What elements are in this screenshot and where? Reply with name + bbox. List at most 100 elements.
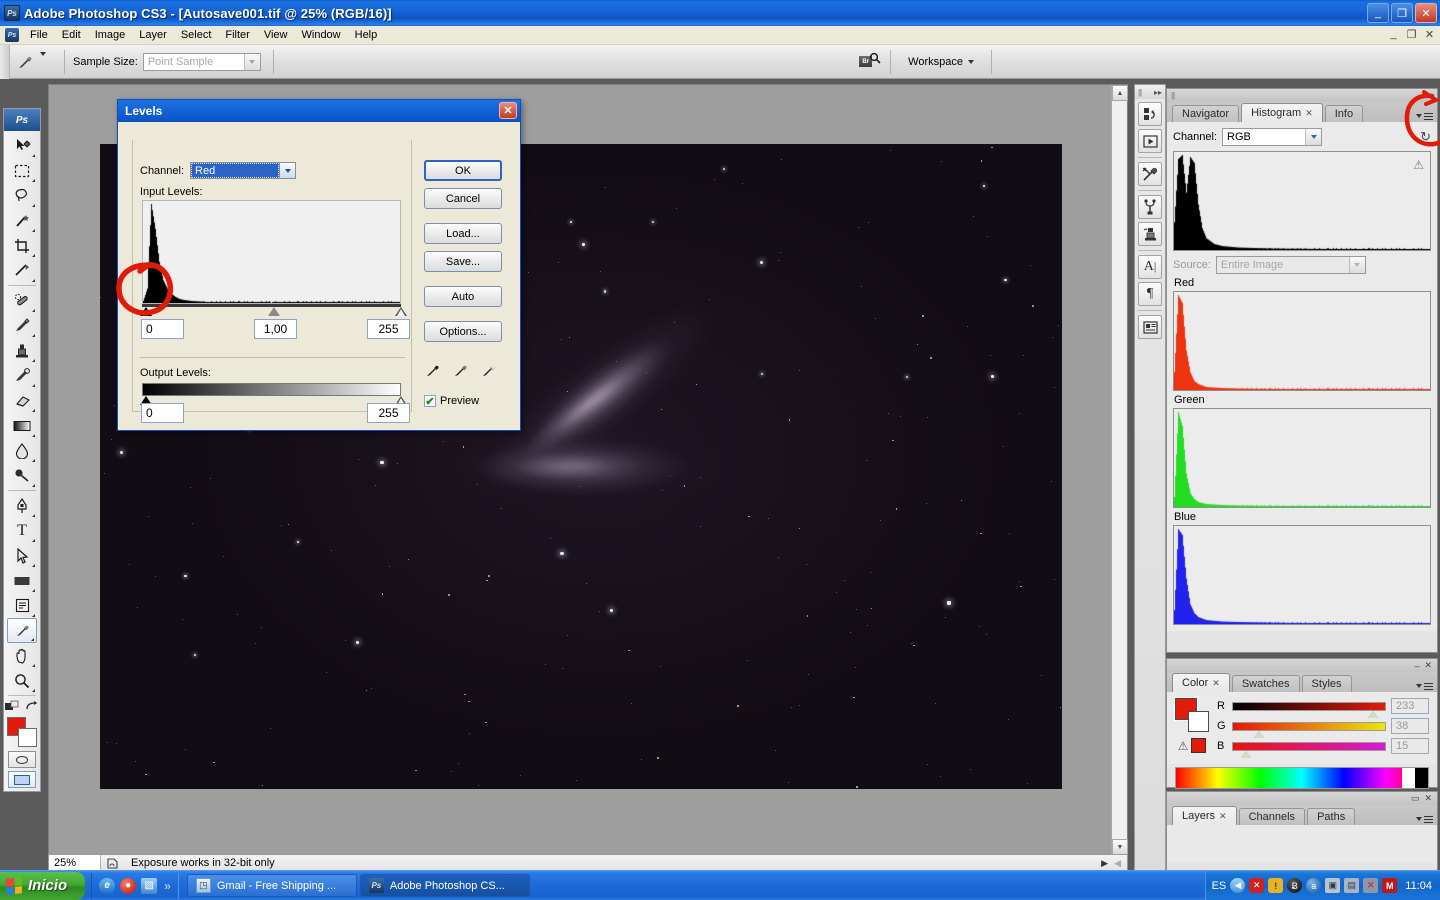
media-player-icon[interactable]: ● [120, 877, 137, 894]
options-bar-grip[interactable] [0, 44, 10, 79]
histogram-source-select[interactable]: Entire Image [1215, 256, 1366, 274]
network-disconnected-icon[interactable]: ✕ [1363, 878, 1379, 893]
set-gray-point-dropper[interactable] [452, 362, 469, 382]
tool-presets-icon[interactable] [1138, 162, 1162, 186]
marquee-tool[interactable] [7, 158, 37, 183]
cancel-button[interactable]: Cancel [424, 188, 502, 209]
tab-swatches[interactable]: Swatches [1231, 675, 1300, 692]
history-brush-tool[interactable] [7, 363, 37, 388]
tab-navigator[interactable]: Navigator [1172, 105, 1240, 122]
layers-palette-titlebar[interactable]: ▭ ✕ [1167, 792, 1437, 805]
tab-histogram[interactable]: Histogram ✕ [1241, 103, 1323, 122]
swap-colors-icon[interactable] [25, 700, 39, 712]
eraser-tool[interactable] [7, 388, 37, 413]
green-value-field[interactable]: 38 [1391, 718, 1429, 734]
scroll-up-button[interactable]: ▲ [1112, 85, 1128, 101]
levels-channel-select[interactable]: Red [190, 162, 297, 179]
collapse-panels-icon[interactable]: ▸▸ [1423, 90, 1432, 101]
eyedropper-tool[interactable] [7, 618, 37, 643]
taskbar-button-photoshop[interactable]: Ps Adobe Photoshop CS... [359, 874, 530, 897]
rectangle-shape-tool[interactable] [7, 568, 37, 593]
vertical-scrollbar[interactable]: ▲ ▼ [1111, 85, 1128, 855]
options-button[interactable]: Options... [424, 321, 502, 342]
minimize-icon[interactable]: – [1414, 661, 1419, 671]
histogram-palette-titlebar[interactable]: ||| ▸▸ [1167, 89, 1437, 102]
refresh-icon[interactable]: ↻ [1420, 129, 1431, 145]
tools-palette-header[interactable]: Ps [4, 109, 40, 131]
close-icon[interactable]: ✕ [1219, 811, 1227, 822]
clone-source-icon[interactable] [1138, 222, 1162, 246]
ok-button[interactable]: OK [424, 160, 502, 181]
screen-mode-button[interactable] [8, 771, 36, 788]
close-icon[interactable]: ✕ [499, 102, 517, 119]
blue-value-field[interactable]: 15 [1391, 738, 1429, 754]
type-tool[interactable]: T [7, 518, 37, 543]
green-slider-thumb[interactable] [1254, 730, 1265, 738]
amazon-icon[interactable]: a [1306, 878, 1322, 893]
workspace-button[interactable]: Workspace [899, 53, 983, 71]
output-white-field[interactable]: 255 [367, 403, 410, 423]
red-value-field[interactable]: 233 [1391, 698, 1429, 714]
restore-icon[interactable]: ▭ [1411, 793, 1420, 804]
in-gamut-color-swatch[interactable] [1191, 738, 1207, 753]
menu-item-view[interactable]: View [257, 27, 295, 43]
palette-grip-icon[interactable]: ||| [1171, 91, 1175, 100]
spot-healing-brush-tool[interactable] [7, 288, 37, 313]
histogram-palette-menu-button[interactable] [1416, 112, 1433, 120]
zoom-level-field[interactable]: 25% [49, 855, 101, 871]
menu-item-file[interactable]: File [23, 27, 55, 43]
actions-icon[interactable] [1138, 129, 1162, 153]
slice-tool[interactable] [7, 258, 37, 283]
bluetooth-icon[interactable]: Ƀ [1287, 878, 1303, 893]
character-icon[interactable]: A| [1138, 255, 1162, 279]
quick-mask-mode-button[interactable] [8, 751, 36, 768]
close-icon[interactable]: ✕ [1424, 660, 1432, 671]
doc-restore-button[interactable]: ❐ [1405, 28, 1418, 41]
input-black-field[interactable]: 0 [141, 319, 184, 339]
white-swatch[interactable] [1402, 768, 1415, 788]
notes-tool[interactable] [7, 593, 37, 618]
auto-button[interactable]: Auto [424, 286, 502, 307]
dock-grip-icon[interactable]: ||| [1138, 88, 1142, 97]
menu-item-select[interactable]: Select [174, 27, 219, 43]
pen-tool[interactable] [7, 493, 37, 518]
input-black-point-slider[interactable] [140, 307, 152, 316]
scroll-down-button[interactable]: ▼ [1112, 839, 1128, 855]
layers-palette-menu-button[interactable] [1416, 815, 1433, 823]
cached-data-warning-icon[interactable]: ⚠ [1413, 158, 1424, 172]
brush-tool[interactable] [7, 313, 37, 338]
error-shield-icon[interactable]: ✕ [1249, 878, 1265, 893]
dodge-tool[interactable] [7, 463, 37, 488]
lasso-tool[interactable] [7, 183, 37, 208]
output-levels-ramp[interactable] [142, 383, 401, 396]
menu-item-image[interactable]: Image [88, 27, 133, 43]
tab-info[interactable]: Info [1324, 105, 1364, 122]
zoom-tool[interactable] [7, 668, 37, 693]
minimize-button[interactable]: _ [1367, 3, 1389, 23]
background-color-swatch[interactable] [1188, 711, 1209, 732]
dock-header[interactable]: ||| ▸▸ [1135, 85, 1165, 99]
close-icon[interactable]: ✕ [1212, 678, 1220, 689]
doc-minimize-button[interactable]: _ [1387, 28, 1400, 41]
color-spectrum-ramp[interactable] [1175, 767, 1429, 789]
green-slider-track[interactable] [1232, 721, 1386, 738]
network-icon[interactable]: ▤ [1344, 878, 1360, 893]
sample-size-select[interactable]: Point Sample [142, 52, 261, 71]
close-button[interactable]: ✕ [1415, 3, 1437, 23]
levels-dialog-titlebar[interactable]: Levels ✕ [118, 100, 520, 122]
set-white-point-dropper[interactable] [480, 362, 497, 382]
blue-slider-track[interactable] [1232, 741, 1386, 758]
load-button[interactable]: Load... [424, 223, 502, 244]
hand-tool[interactable] [7, 643, 37, 668]
set-black-point-dropper[interactable] [424, 362, 441, 382]
expand-panels-icon[interactable]: ▸▸ [1154, 88, 1162, 97]
brushes-icon[interactable] [1138, 195, 1162, 219]
mcafee-icon[interactable]: M [1382, 878, 1398, 893]
histogram-channel-select[interactable]: RGB [1222, 128, 1323, 146]
move-tool[interactable] [7, 133, 37, 158]
blur-tool[interactable] [7, 438, 37, 463]
status-back-icon[interactable]: ◀ [1114, 858, 1121, 869]
quick-launch-more-icon[interactable]: » [164, 879, 171, 893]
go-to-bridge-button[interactable]: Br [858, 51, 882, 73]
output-black-field[interactable]: 0 [141, 403, 184, 423]
